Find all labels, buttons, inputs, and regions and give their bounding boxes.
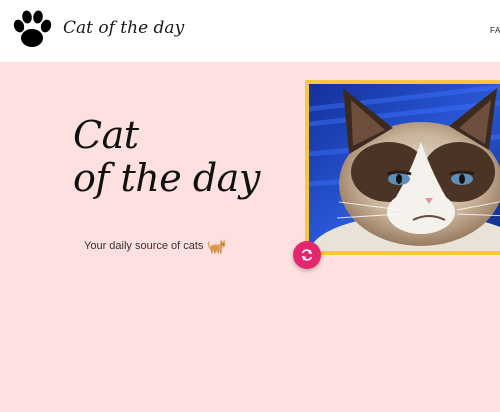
hero-subtitle: Your daily source of cats xyxy=(84,238,227,254)
refresh-button[interactable] xyxy=(293,241,321,269)
hero-title-line2: of the day xyxy=(73,156,260,200)
hero-title: Cat of the day xyxy=(73,114,260,200)
site-title[interactable]: Cat of the day xyxy=(63,18,184,38)
hero-subtitle-text: Your daily source of cats xyxy=(84,240,204,252)
refresh-icon xyxy=(301,249,313,261)
paw-icon[interactable] xyxy=(11,9,53,51)
cat-photo-frame xyxy=(305,80,500,255)
nav-link-faq[interactable]: FAQ xyxy=(490,26,500,35)
cat-photo xyxy=(309,84,500,251)
cat-emoji-icon xyxy=(208,239,226,254)
hero-title-line1: Cat xyxy=(73,113,139,157)
site-header: Cat of the day FAQ xyxy=(0,0,500,63)
